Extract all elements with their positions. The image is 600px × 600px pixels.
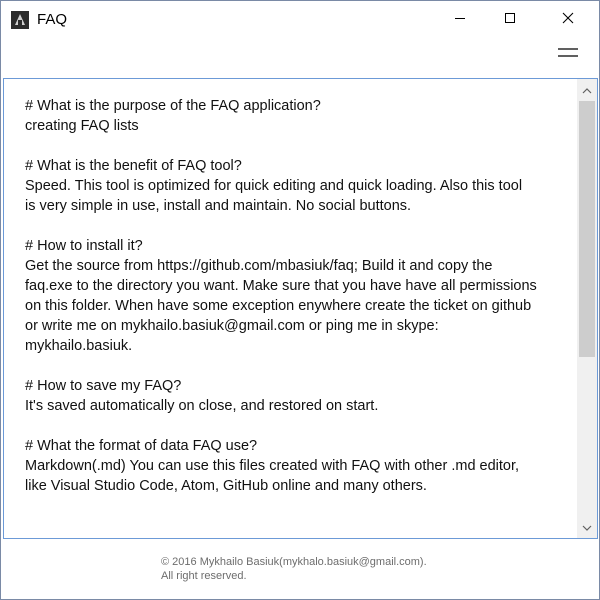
close-icon <box>562 11 574 29</box>
hamburger-menu-icon <box>558 46 578 64</box>
faq-question: # What the format of data FAQ use? <box>25 438 258 454</box>
scroll-up-button[interactable] <box>577 81 597 99</box>
faq-answer-line: mykhailo.basiuk. <box>25 338 133 354</box>
faq-answer-line: faq.exe to the directory you want. Make … <box>25 278 537 294</box>
app-icon <box>11 11 29 29</box>
faq-question: # How to save my FAQ? <box>25 378 182 394</box>
faq-question: # How to install it? <box>25 238 143 254</box>
faq-answer-line: Get the source from https://github.com/m… <box>25 258 493 274</box>
close-button[interactable] <box>545 1 591 38</box>
minimize-icon <box>454 11 466 29</box>
title-bar[interactable]: FAQ <box>1 1 599 38</box>
faq-window: FAQ # What is the purpose of the FAQ app <box>0 0 600 600</box>
scroll-down-button[interactable] <box>577 518 597 536</box>
faq-answer-line: creating FAQ lists <box>25 118 139 134</box>
faq-question: # What is the benefit of FAQ tool? <box>25 158 242 174</box>
faq-answer-line: is very simple in use, install and maint… <box>25 198 412 214</box>
copyright-text: © 2016 Mykhailo Basiuk(mykhalo.basiuk@gm… <box>161 556 427 568</box>
rights-text: All right reserved. <box>161 570 247 582</box>
maximize-icon <box>504 11 516 29</box>
chevron-up-icon <box>582 81 592 99</box>
faq-answer-line: like Visual Studio Code, Atom, GitHub on… <box>25 478 427 494</box>
maximize-button[interactable] <box>487 1 533 38</box>
chevron-down-icon <box>582 518 592 536</box>
menu-button[interactable] <box>551 41 585 69</box>
faq-answer-line: Speed. This tool is optimized for quick … <box>25 178 523 194</box>
faq-answer-line: It's saved automatically on close, and r… <box>25 398 379 414</box>
faq-answer-line: Markdown(.md) You can use this files cre… <box>25 458 520 474</box>
minimize-button[interactable] <box>437 1 483 38</box>
vertical-scrollbar[interactable] <box>577 79 597 538</box>
footer: © 2016 Mykhailo Basiuk(mykhalo.basiuk@gm… <box>161 555 427 583</box>
faq-editor[interactable]: # What is the purpose of the FAQ applica… <box>3 78 598 539</box>
scroll-thumb[interactable] <box>579 101 595 357</box>
faq-text[interactable]: # What is the purpose of the FAQ applica… <box>25 96 577 496</box>
faq-answer-line: or write me on mykhailo.basiuk@gmail.com… <box>25 318 439 334</box>
faq-answer-line: on this folder. When have some exception… <box>25 298 532 314</box>
window-title: FAQ <box>37 11 68 28</box>
faq-question: # What is the purpose of the FAQ applica… <box>25 98 321 114</box>
